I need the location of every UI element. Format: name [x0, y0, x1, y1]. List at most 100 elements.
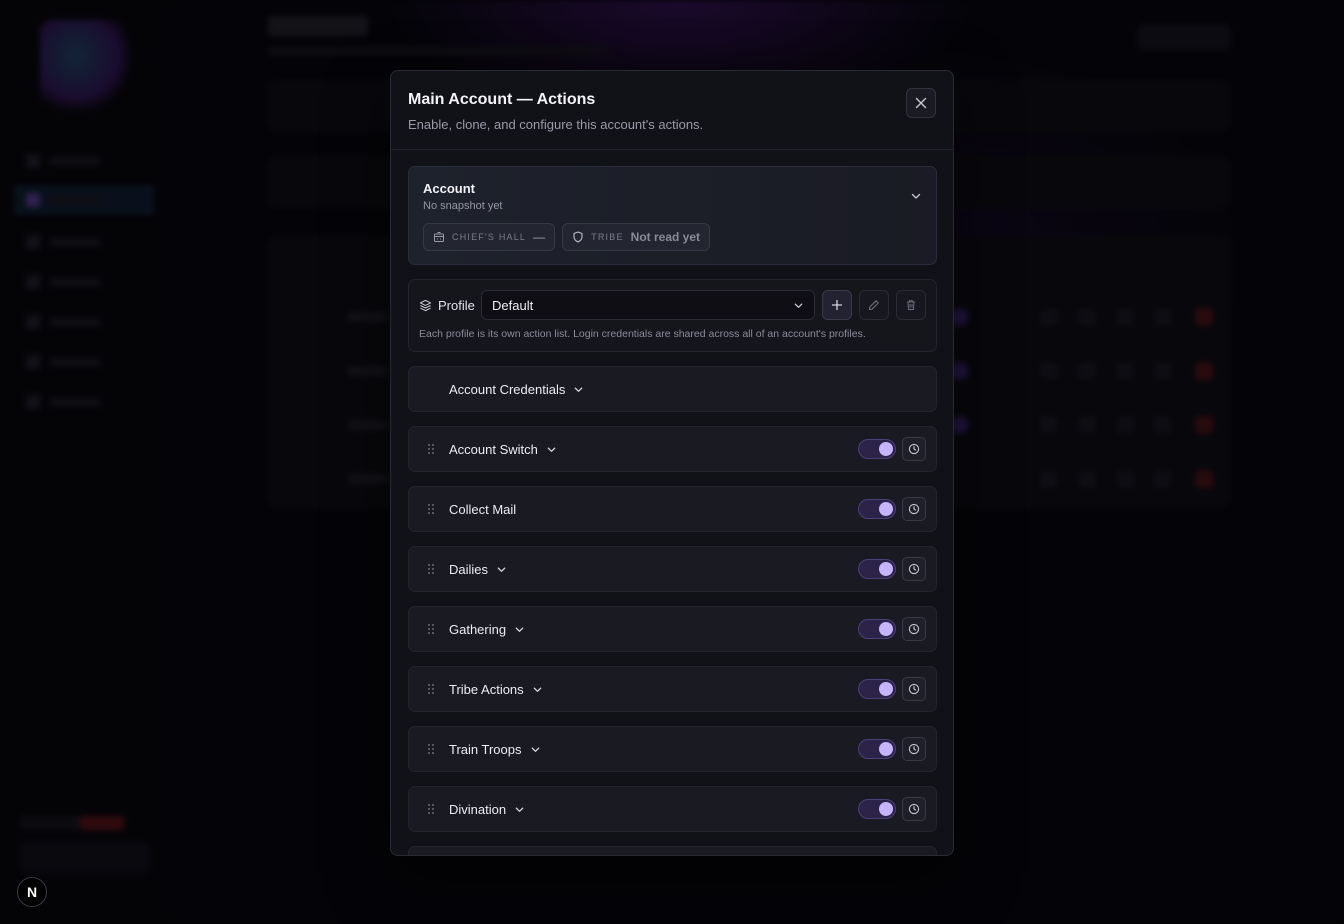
action-enabled-toggle[interactable]: [858, 499, 896, 519]
drag-handle-icon[interactable]: [427, 803, 435, 815]
account-credentials-row[interactable]: Account Credentials: [408, 366, 937, 412]
action-row[interactable]: Divination: [408, 786, 937, 832]
schedule-button[interactable]: [902, 737, 926, 761]
profile-help-text: Each profile is its own action list. Log…: [419, 328, 866, 340]
account-title: Account: [423, 181, 475, 196]
toggle-knob: [879, 622, 893, 636]
edit-profile-button[interactable]: [859, 290, 889, 320]
drag-handle-icon[interactable]: [427, 503, 435, 515]
chevron-down-icon[interactable]: [514, 624, 525, 635]
modal-body: Account No snapshot yet CHIEF'S HALL — T…: [408, 166, 937, 855]
chevron-down-icon[interactable]: [532, 684, 543, 695]
action-row[interactable]: Train Troops: [408, 726, 937, 772]
action-enabled-toggle[interactable]: [858, 799, 896, 819]
clock-icon: [908, 803, 920, 815]
profile-row: Profile Default: [419, 290, 926, 320]
clock-icon: [908, 683, 920, 695]
modal-title: Main Account — Actions: [408, 91, 596, 108]
profile-select[interactable]: Default: [481, 290, 815, 320]
account-snapshot-status: No snapshot yet: [423, 200, 503, 212]
action-row[interactable]: Account Switch: [408, 426, 937, 472]
profile-selected-value: Default: [492, 297, 534, 313]
clock-icon: [908, 503, 920, 515]
drag-handle-icon[interactable]: [427, 743, 435, 755]
drag-handle-icon[interactable]: [427, 683, 435, 695]
building-icon: [434, 232, 444, 242]
tribe-value: Not read yet: [630, 230, 701, 244]
layers-icon: [419, 299, 432, 311]
pencil-icon: [868, 300, 879, 311]
action-enabled-toggle[interactable]: [858, 559, 896, 579]
action-row[interactable]: Academy Research: [408, 846, 937, 855]
tribe-label: TRIBE: [591, 232, 624, 242]
account-chips: CHIEF'S HALL — TRIBE Not read yet: [423, 223, 922, 251]
drag-handle-icon[interactable]: [427, 623, 435, 635]
account-card[interactable]: Account No snapshot yet CHIEF'S HALL — T…: [408, 166, 937, 265]
schedule-button[interactable]: [902, 617, 926, 641]
action-row[interactable]: Collect Mail: [408, 486, 937, 532]
action-label: Gathering: [449, 621, 507, 637]
clock-icon: [908, 743, 920, 755]
drag-handle-icon[interactable]: [427, 443, 435, 455]
chiefs-hall-value: —: [533, 230, 546, 244]
toggle-knob: [879, 682, 893, 696]
action-label-group: Collect Mail: [449, 502, 516, 517]
delete-profile-button[interactable]: [896, 290, 926, 320]
add-profile-button[interactable]: [822, 290, 852, 320]
action-label: Train Troops: [449, 741, 522, 757]
action-label-group: Gathering: [449, 622, 525, 637]
toggle-knob: [879, 802, 893, 816]
profile-label: Profile: [438, 297, 475, 313]
account-credentials-label: Account Credentials: [449, 381, 566, 397]
chevron-down-icon[interactable]: [573, 384, 584, 395]
toggle-knob: [879, 442, 893, 456]
action-label-group: Divination: [449, 802, 525, 817]
action-label-group: Account Switch: [449, 442, 557, 457]
chiefs-hall-chip: CHIEF'S HALL —: [423, 223, 556, 251]
action-label: Dailies: [449, 561, 489, 577]
action-enabled-toggle[interactable]: [858, 679, 896, 699]
clock-icon: [908, 623, 920, 635]
action-label-group: Train Troops: [449, 742, 541, 757]
chevron-down-icon: [794, 302, 803, 308]
schedule-button[interactable]: [902, 677, 926, 701]
action-row[interactable]: Gathering: [408, 606, 937, 652]
action-enabled-toggle[interactable]: [858, 739, 896, 759]
framework-badge-letter: N: [26, 884, 38, 900]
action-row[interactable]: Dailies: [408, 546, 937, 592]
close-icon: [915, 97, 927, 109]
framework-badge[interactable]: N: [17, 877, 47, 907]
clock-icon: [908, 563, 920, 575]
drag-handle-icon[interactable]: [427, 563, 435, 575]
action-enabled-toggle[interactable]: [858, 439, 896, 459]
chevron-down-icon[interactable]: [496, 564, 507, 575]
modal-subtitle: Enable, clone, and configure this accoun…: [408, 117, 704, 132]
chevron-down-icon[interactable]: [546, 444, 557, 455]
schedule-button[interactable]: [902, 497, 926, 521]
action-label: Divination: [449, 801, 507, 817]
account-credentials-label-group: Account Credentials: [449, 382, 584, 397]
action-label-group: Dailies: [449, 562, 507, 577]
chevron-down-icon[interactable]: [530, 744, 541, 755]
action-row[interactable]: Tribe Actions: [408, 666, 937, 712]
chevron-down-icon[interactable]: [514, 804, 525, 815]
chevron-down-icon[interactable]: [910, 189, 922, 207]
close-button[interactable]: [906, 88, 936, 118]
schedule-button[interactable]: [902, 437, 926, 461]
profile-label-group: Profile: [419, 298, 481, 313]
modal-header: Main Account — Actions Enable, clone, an…: [391, 71, 953, 150]
toggle-knob: [879, 742, 893, 756]
shield-icon: [573, 231, 583, 243]
action-label-group: Tribe Actions: [449, 682, 543, 697]
trash-icon: [907, 300, 915, 310]
action-list: Account Switch Collect Mail Dailies Gatheri…: [408, 426, 937, 855]
schedule-button[interactable]: [902, 797, 926, 821]
action-label: Account Switch: [449, 441, 538, 457]
schedule-button[interactable]: [902, 557, 926, 581]
action-enabled-toggle[interactable]: [858, 619, 896, 639]
toggle-knob: [879, 502, 893, 516]
plus-icon: [831, 299, 843, 311]
chiefs-hall-label: CHIEF'S HALL: [452, 232, 527, 242]
action-label: Collect Mail: [449, 501, 517, 517]
toggle-knob: [879, 562, 893, 576]
